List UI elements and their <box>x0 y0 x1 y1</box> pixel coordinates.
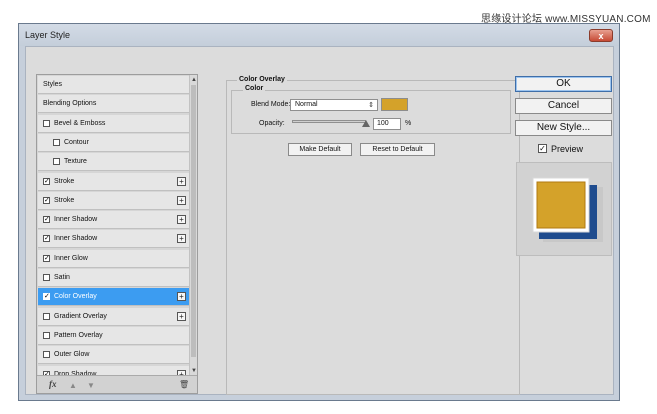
add-effect-plus-icon[interactable]: + <box>177 311 186 321</box>
style-checkbox[interactable]: ✓ <box>43 216 50 224</box>
preview-label: Preview <box>551 144 584 154</box>
add-effect-plus-icon[interactable]: + <box>177 195 186 205</box>
ok-button[interactable]: OK <box>515 76 612 92</box>
opacity-slider-knob[interactable] <box>362 120 370 127</box>
style-checkbox[interactable]: ✓ <box>43 293 50 301</box>
style-checkbox[interactable] <box>53 138 60 146</box>
color-subsection <box>231 90 511 134</box>
style-list-item[interactable]: ✓ Inner Shadow + <box>38 230 190 249</box>
style-checkbox[interactable]: ✓ <box>43 177 50 185</box>
preview-checkbox[interactable]: ✓ <box>538 144 547 153</box>
opacity-input[interactable]: 100 <box>373 118 401 130</box>
opacity-unit: % <box>405 120 412 127</box>
add-effect-plus-icon[interactable]: + <box>177 176 186 186</box>
style-checkbox[interactable] <box>43 119 50 127</box>
style-item-label: Inner Shadow <box>54 216 98 224</box>
dialog-title: Layer Style <box>25 30 71 40</box>
new-style-button[interactable]: New Style... <box>515 120 612 136</box>
style-checkbox[interactable]: ✓ <box>43 254 50 262</box>
style-list-item[interactable]: Gradient Overlay + <box>38 307 190 326</box>
style-list-item[interactable]: Outer Glow <box>38 346 190 365</box>
add-effect-plus-icon[interactable]: + <box>177 234 186 244</box>
style-list-item[interactable]: Satin <box>38 269 190 287</box>
close-button[interactable]: x <box>589 29 613 42</box>
style-list-item[interactable]: ✓ Inner Glow <box>38 249 190 268</box>
style-preview <box>516 162 612 256</box>
move-up-icon[interactable]: ▲ <box>69 381 77 390</box>
style-checkbox[interactable] <box>43 351 50 359</box>
style-list-item[interactable]: Contour <box>38 133 190 152</box>
style-item-label: Texture <box>64 158 87 166</box>
style-item-label: Stroke <box>54 196 75 204</box>
style-list-item[interactable]: ✓ Stroke + <box>38 191 190 210</box>
style-item-label: Inner Shadow <box>54 235 98 243</box>
layer-style-dialog: Layer Style x Styles Blending Options Beve… <box>18 23 620 401</box>
opacity-label: Opacity: <box>259 120 285 127</box>
fx-icon[interactable]: fx <box>49 379 57 389</box>
style-list-item[interactable]: Texture <box>38 153 190 172</box>
preview-thumbnail <box>532 177 603 242</box>
scroll-up-arrow-icon[interactable]: ▲ <box>191 77 197 83</box>
style-list-item[interactable]: Bevel & Emboss <box>38 114 190 133</box>
scroll-thumb[interactable] <box>191 85 196 357</box>
style-checkbox[interactable]: ✓ <box>43 235 50 243</box>
style-item-label: Bevel & Emboss <box>54 119 106 127</box>
scroll-down-arrow-icon[interactable]: ▼ <box>191 368 197 374</box>
dialog-body: Styles Blending Options Bevel & Emboss Cont… <box>25 46 614 395</box>
style-item-label: Stroke <box>54 177 75 185</box>
make-default-button[interactable]: Make Default <box>288 143 352 156</box>
title-bar[interactable]: Layer Style x <box>19 24 619 46</box>
style-list-item[interactable]: Blending Options <box>38 95 190 114</box>
trash-icon[interactable]: 🗑 <box>179 380 189 389</box>
style-item-label: Pattern Overlay <box>54 331 103 339</box>
opacity-slider-track[interactable] <box>292 120 366 123</box>
reset-default-button[interactable]: Reset to Default <box>360 143 435 156</box>
style-checkbox[interactable] <box>43 312 50 320</box>
style-item-label: Styles <box>43 81 63 88</box>
styles-scrollbar[interactable]: ▲ ▼ <box>189 75 197 375</box>
section-title: Color Overlay <box>237 76 287 83</box>
blend-mode-select[interactable]: Normal ⇕ <box>290 99 378 111</box>
style-item-label: Satin <box>54 274 70 281</box>
blend-mode-label: Blend Mode: <box>251 101 291 108</box>
style-item-label: Color Overlay <box>54 293 97 301</box>
style-item-label: Inner Glow <box>54 254 88 262</box>
move-down-icon[interactable]: ▼ <box>87 381 95 390</box>
style-list-item[interactable]: ✓ Color Overlay + <box>38 288 190 307</box>
blend-mode-value: Normal <box>295 101 318 108</box>
style-checkbox[interactable] <box>43 274 50 281</box>
style-item-label: Outer Glow <box>54 351 90 359</box>
style-checkbox[interactable]: ✓ <box>43 196 50 204</box>
style-checkbox[interactable] <box>53 158 60 166</box>
style-item-label: Gradient Overlay <box>54 312 107 320</box>
style-list-item[interactable]: Pattern Overlay <box>38 326 190 345</box>
style-list-item[interactable]: ✓ Inner Shadow + <box>38 211 190 230</box>
subsection-title: Color <box>243 85 266 92</box>
overlay-color-swatch[interactable] <box>381 98 408 111</box>
style-checkbox[interactable] <box>43 331 50 339</box>
style-item-label: Contour <box>64 138 89 146</box>
style-item-label: Blending Options <box>43 100 97 108</box>
add-effect-plus-icon[interactable]: + <box>177 292 186 302</box>
cancel-button[interactable]: Cancel <box>515 98 612 114</box>
select-arrows-icon: ⇕ <box>368 102 374 109</box>
styles-list: Styles Blending Options Bevel & Emboss Cont… <box>36 74 198 394</box>
styles-bottom-bar: fx ▲ ▼ 🗑 <box>37 375 197 393</box>
style-list-item[interactable]: Styles <box>38 76 190 94</box>
add-effect-plus-icon[interactable]: + <box>177 215 186 225</box>
style-list-item[interactable]: ✓ Stroke + <box>38 172 190 191</box>
